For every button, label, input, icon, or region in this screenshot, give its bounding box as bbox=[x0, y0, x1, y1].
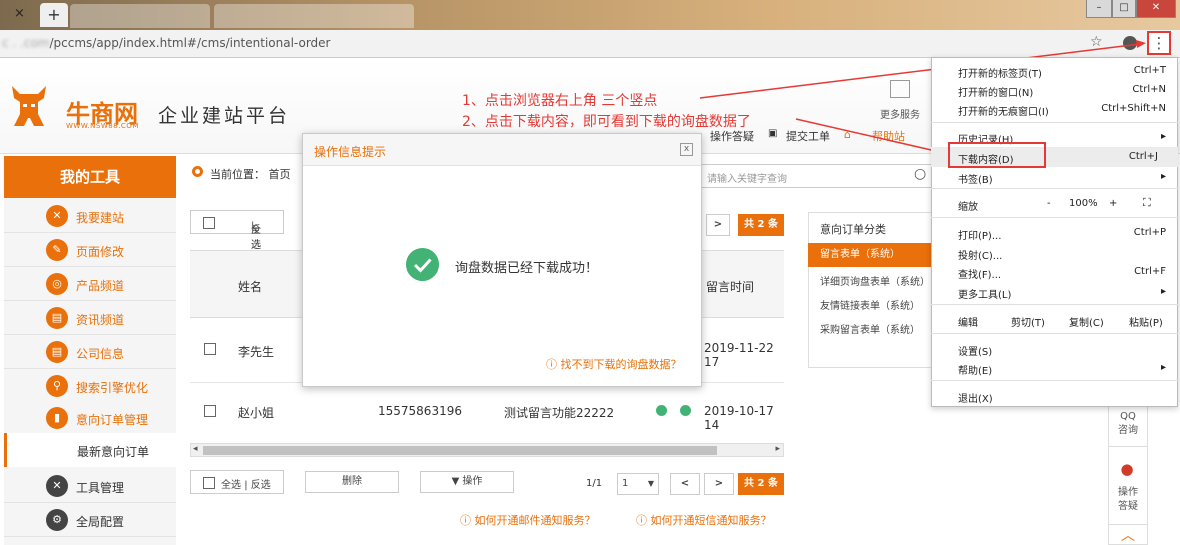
menu-item-incognito[interactable]: 打开新的无痕窗口(I) Ctrl+Shift+N bbox=[931, 99, 1178, 119]
menu-item-edit: 编辑 剪切(T) 复制(C) 粘贴(P) bbox=[931, 310, 1178, 330]
menu-item-help[interactable]: 帮助(E) ▸ bbox=[931, 358, 1178, 378]
menu-divider bbox=[931, 217, 1178, 218]
menu-item-find[interactable]: 查找(F)... Ctrl+F bbox=[931, 262, 1178, 282]
chevron-right-icon: ▸ bbox=[1160, 171, 1166, 182]
copy-button[interactable]: 复制(C) bbox=[1069, 314, 1104, 329]
menu-item-new-window[interactable]: 打开新的窗口(N) Ctrl+N bbox=[931, 80, 1178, 100]
zoom-out-button[interactable]: - bbox=[1047, 198, 1051, 209]
menu-divider bbox=[931, 188, 1178, 189]
paste-button[interactable]: 粘贴(P) bbox=[1129, 314, 1163, 329]
chevron-right-icon: ▸ bbox=[1160, 131, 1166, 142]
fullscreen-icon[interactable]: ⛶ bbox=[1143, 196, 1151, 210]
menu-divider bbox=[931, 333, 1178, 334]
chevron-right-icon: ▸ bbox=[1160, 362, 1166, 373]
menu-divider bbox=[931, 122, 1178, 123]
menu-item-cast[interactable]: 投射(C)... bbox=[931, 243, 1178, 263]
menu-item-more-tools[interactable]: 更多工具(L) ▸ bbox=[931, 282, 1178, 302]
chevron-right-icon: ▸ bbox=[1160, 286, 1166, 297]
menu-item-settings[interactable]: 设置(S) bbox=[931, 339, 1178, 359]
menu-item-bookmarks[interactable]: 书签(B) ▸ bbox=[931, 167, 1178, 187]
menu-item-new-tab[interactable]: 打开新的标签页(T) Ctrl+T bbox=[931, 61, 1178, 81]
menu-item-zoom: 缩放 - 100% + ⛶ bbox=[958, 196, 1151, 213]
menu-divider bbox=[931, 380, 1178, 381]
menu-item-print[interactable]: 打印(P)... Ctrl+P bbox=[931, 223, 1178, 243]
zoom-value: 100% bbox=[1069, 198, 1098, 209]
cut-button[interactable]: 剪切(T) bbox=[1011, 314, 1045, 329]
zoom-in-button[interactable]: + bbox=[1109, 198, 1117, 209]
menu-item-exit[interactable]: 退出(X) bbox=[931, 386, 1178, 406]
downloads-highlight-box bbox=[948, 142, 1046, 168]
menu-divider bbox=[931, 304, 1178, 305]
